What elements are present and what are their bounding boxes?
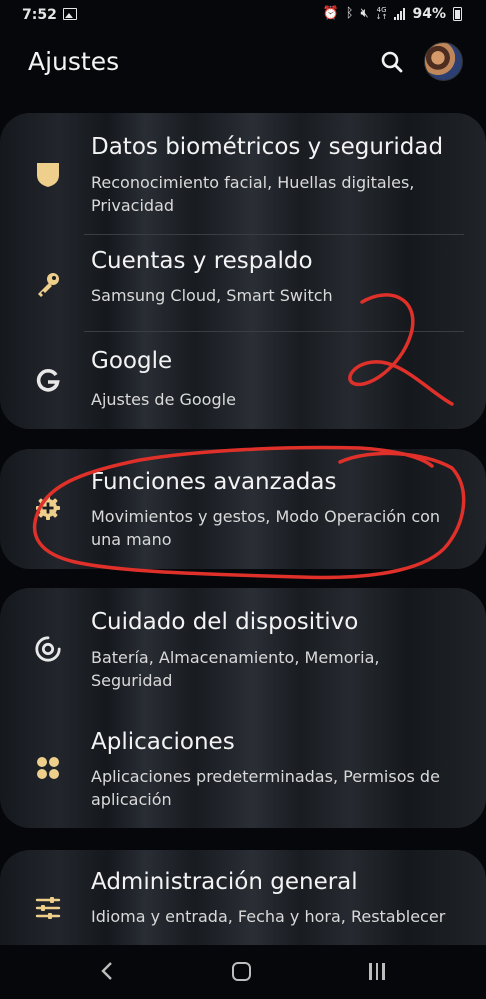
signal-icon (394, 8, 406, 20)
item-subtitle: Idioma y entrada, Fecha y hora, Restable… (91, 907, 446, 926)
shield-icon (34, 160, 62, 188)
sliders-icon (34, 894, 62, 922)
settings-group-advanced: Funciones avanzadas Movimientos y gestos… (0, 449, 486, 569)
battery-icon (453, 7, 462, 21)
apps-icon (34, 754, 62, 782)
settings-item-biometrics[interactable]: Datos biométricos y seguridad Reconocimi… (0, 113, 486, 234)
status-time: 7:52 (22, 7, 57, 23)
device-care-icon (34, 635, 62, 663)
item-subtitle: Batería, Almacenamiento, Memoria, Seguri… (91, 648, 380, 690)
alarm-icon: ⏰ (322, 6, 339, 21)
item-title: Cuidado del dispositivo (91, 609, 359, 635)
home-button[interactable] (232, 962, 251, 981)
google-icon (34, 367, 62, 395)
item-title: Cuentas y respaldo (91, 248, 313, 274)
app-header: Ajustes (0, 40, 486, 90)
search-button[interactable] (378, 48, 406, 76)
search-icon (381, 51, 403, 73)
item-title: Aplicaciones (91, 729, 235, 755)
status-icons: ⏰ ᛒ 🔇︎ 4G ↓↑ 94% (323, 6, 462, 22)
item-subtitle: Reconocimiento facial, Huellas digitales… (91, 173, 415, 215)
settings-item-apps[interactable]: Aplicaciones Aplicaciones predeterminada… (0, 709, 486, 828)
recent-apps-button[interactable] (369, 963, 387, 981)
item-subtitle: Ajustes de Google (91, 390, 236, 409)
gear-plus-icon (34, 494, 62, 522)
page-title: Ajustes (28, 47, 120, 76)
avatar[interactable] (424, 42, 463, 81)
key-icon (34, 270, 62, 298)
settings-item-accounts[interactable]: Cuentas y respaldo Samsung Cloud, Smart … (0, 235, 486, 332)
settings-group-device: Cuidado del dispositivo Batería, Almacen… (0, 588, 486, 828)
navigation-bar (0, 945, 486, 999)
battery-percent: 94% (412, 6, 446, 22)
item-title: Funciones avanzadas (91, 469, 337, 495)
item-title: Google (91, 348, 173, 374)
settings-item-device-care[interactable]: Cuidado del dispositivo Batería, Almacen… (0, 588, 486, 709)
back-icon (101, 962, 112, 980)
item-subtitle: Movimientos y gestos, Modo Operación con… (91, 507, 441, 549)
gallery-notification-icon (63, 8, 77, 20)
status-bar: 7:52 ⏰ ᛒ 🔇︎ 4G ↓↑ 94% (0, 0, 486, 32)
network-type-icon: 4G ↓↑ (375, 6, 388, 21)
settings-group-security: Datos biométricos y seguridad Reconocimi… (0, 113, 486, 429)
item-subtitle: Aplicaciones predeterminadas, Permisos d… (91, 767, 440, 809)
mute-icon: 🔇︎ (360, 6, 369, 21)
back-button[interactable] (96, 958, 118, 984)
settings-item-google[interactable]: Google Ajustes de Google (0, 332, 486, 429)
item-subtitle: Samsung Cloud, Smart Switch (91, 286, 333, 305)
bluetooth-icon: ᛒ (345, 6, 354, 21)
item-title: Administración general (91, 869, 358, 895)
item-title: Datos biométricos y seguridad (91, 134, 444, 160)
settings-item-advanced-features[interactable]: Funciones avanzadas Movimientos y gestos… (0, 449, 486, 569)
